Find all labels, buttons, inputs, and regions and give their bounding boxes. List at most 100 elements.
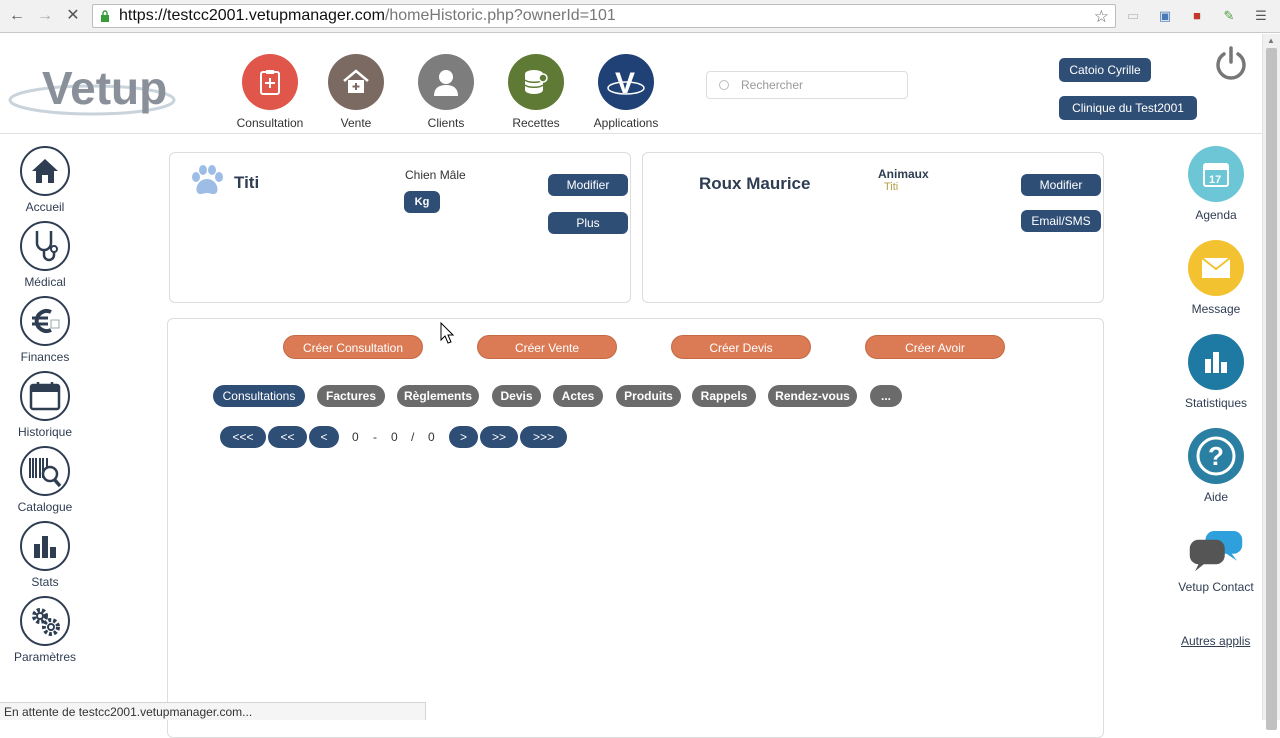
pager-first-button[interactable]: <<< (220, 426, 266, 448)
sidebar-item-finances[interactable]: Finances (0, 296, 90, 364)
tab-actes[interactable]: Actes (553, 385, 603, 407)
tab-more[interactable]: ... (870, 385, 902, 407)
scrollbar-thumb[interactable] (1266, 48, 1277, 730)
user-name-button[interactable]: Catoio Cyrille (1059, 58, 1151, 82)
menu-icon[interactable]: ☰ (1252, 7, 1270, 25)
pager-prev-big-button[interactable]: << (268, 426, 307, 448)
forward-icon[interactable]: → (34, 6, 56, 26)
bar-chart-icon (1188, 334, 1244, 390)
nav-applications[interactable]: V Applications (586, 54, 666, 130)
pager-dash: - (373, 430, 377, 444)
animal-name: Titi (234, 173, 260, 192)
search-icon (719, 80, 729, 90)
stethoscope-icon (20, 221, 70, 271)
address-bar[interactable]: https://testcc2001.vetupmanager.com/home… (92, 4, 1116, 28)
pager-total: 0 (428, 430, 435, 444)
back-icon[interactable]: ← (6, 6, 28, 26)
extension-book-icon[interactable]: ■ (1188, 7, 1206, 25)
right-nav-statistiques[interactable]: Statistiques (1172, 334, 1260, 410)
browser-toolbar: ← → ✕ https://testcc2001.vetupmanager.co… (0, 0, 1280, 33)
tab-reglements[interactable]: Règlements (397, 385, 479, 407)
create-credit-button[interactable]: Créer Avoir (865, 335, 1005, 359)
weight-unit-badge[interactable]: Kg (404, 191, 440, 213)
right-nav-label: Agenda (1195, 208, 1237, 222)
animals-label: Animaux (878, 167, 929, 181)
owner-panel: Roux Maurice Animaux Titi Modifier Email… (642, 152, 1104, 303)
mouse-cursor-icon (440, 322, 454, 344)
clipboard-icon (242, 54, 298, 110)
sidebar-label: Historique (17, 425, 73, 439)
shop-icon (328, 54, 384, 110)
nav-vente[interactable]: Vente (316, 54, 396, 130)
right-nav-label: Statistiques (1184, 396, 1248, 410)
sidebar-item-stats[interactable]: Stats (0, 521, 90, 589)
logo-text: Vetup (42, 62, 167, 114)
more-animal-button[interactable]: Plus (548, 212, 628, 234)
scroll-up-icon[interactable]: ▲ (1267, 36, 1275, 45)
extension-icon[interactable]: ▭ (1124, 7, 1142, 25)
create-quote-button[interactable]: Créer Devis (671, 335, 811, 359)
sidebar-item-parametres[interactable]: Paramètres (0, 596, 90, 664)
sidebar-item-historique[interactable]: Historique (0, 371, 90, 439)
create-consultation-button[interactable]: Créer Consultation (283, 335, 423, 359)
tab-rendez-vous[interactable]: Rendez-vous (768, 385, 857, 407)
pager-next-button[interactable]: > (449, 426, 478, 448)
lock-icon (101, 10, 109, 22)
modify-owner-button[interactable]: Modifier (1021, 174, 1101, 196)
nav-recettes[interactable]: Recettes (496, 54, 576, 130)
right-nav-message[interactable]: Message (1172, 240, 1260, 316)
bookmark-star-icon[interactable]: ☆ (1094, 6, 1109, 28)
pager-last-button[interactable]: >>> (520, 426, 567, 448)
right-nav-label: Message (1191, 302, 1241, 316)
nav-label: Applications (593, 116, 659, 130)
clinic-name-button[interactable]: Clinique du Test2001 (1059, 96, 1197, 120)
tab-produits[interactable]: Produits (616, 385, 681, 407)
chat-bubbles-icon (1188, 524, 1244, 580)
animal-species: Chien Mâle (405, 168, 466, 182)
sidebar-item-accueil[interactable]: Accueil (0, 146, 90, 214)
owner-animal-link[interactable]: Titi (884, 181, 898, 193)
email-sms-button[interactable]: Email/SMS (1021, 210, 1101, 232)
nav-consultation[interactable]: Consultation (230, 54, 310, 130)
tab-factures[interactable]: Factures (317, 385, 385, 407)
sidebar-label: Finances (20, 350, 70, 364)
tab-rappels[interactable]: Rappels (692, 385, 756, 407)
page-scrollbar[interactable]: ▲ (1262, 34, 1280, 730)
nav-clients[interactable]: Clients (406, 54, 486, 130)
pager-prev-button[interactable]: < (309, 426, 339, 448)
sidebar-label: Stats (31, 575, 59, 589)
calendar-icon (20, 371, 70, 421)
search-input[interactable]: Rechercher (706, 71, 908, 99)
reload-stop-icon[interactable]: ✕ (62, 6, 84, 26)
coins-icon (508, 54, 564, 110)
modify-animal-button[interactable]: Modifier (548, 174, 628, 196)
power-icon[interactable] (1214, 46, 1248, 80)
tab-devis[interactable]: Devis (492, 385, 541, 407)
pager-to: 0 (391, 430, 398, 444)
right-nav-aide[interactable]: ? Aide (1172, 428, 1260, 504)
other-apps-link[interactable]: Autres applis (1181, 634, 1250, 648)
sidebar-label: Catalogue (17, 500, 73, 514)
svg-text:?: ? (1208, 441, 1224, 471)
right-nav-label: Vetup Contact (1178, 580, 1254, 594)
pager-slash: / (411, 430, 415, 444)
user-icon (418, 54, 474, 110)
right-nav-vetup-contact[interactable]: Vetup Contact (1172, 524, 1260, 594)
extension-window-icon[interactable]: ▣ (1156, 7, 1174, 25)
nav-label: Vente (340, 116, 372, 130)
paw-icon (192, 165, 223, 195)
create-sale-button[interactable]: Créer Vente (477, 335, 617, 359)
sidebar-item-catalogue[interactable]: Catalogue (0, 446, 90, 514)
right-nav-agenda[interactable]: 17 Agenda (1172, 146, 1260, 222)
vetup-logo[interactable]: Vetup (8, 48, 180, 118)
url-host: https://testcc2001.vetupmanager.com (119, 7, 385, 24)
home-icon (20, 146, 70, 196)
owner-name: Roux Maurice (699, 174, 811, 193)
sidebar-item-medical[interactable]: Médical (0, 221, 90, 289)
extension-tool-icon[interactable]: ✎ (1220, 7, 1238, 25)
pager-next-big-button[interactable]: >> (480, 426, 518, 448)
sidebar-label: Médical (24, 275, 66, 289)
tab-consultations[interactable]: Consultations (213, 385, 305, 407)
nav-label: Consultation (236, 116, 304, 130)
nav-label: Clients (427, 116, 465, 130)
